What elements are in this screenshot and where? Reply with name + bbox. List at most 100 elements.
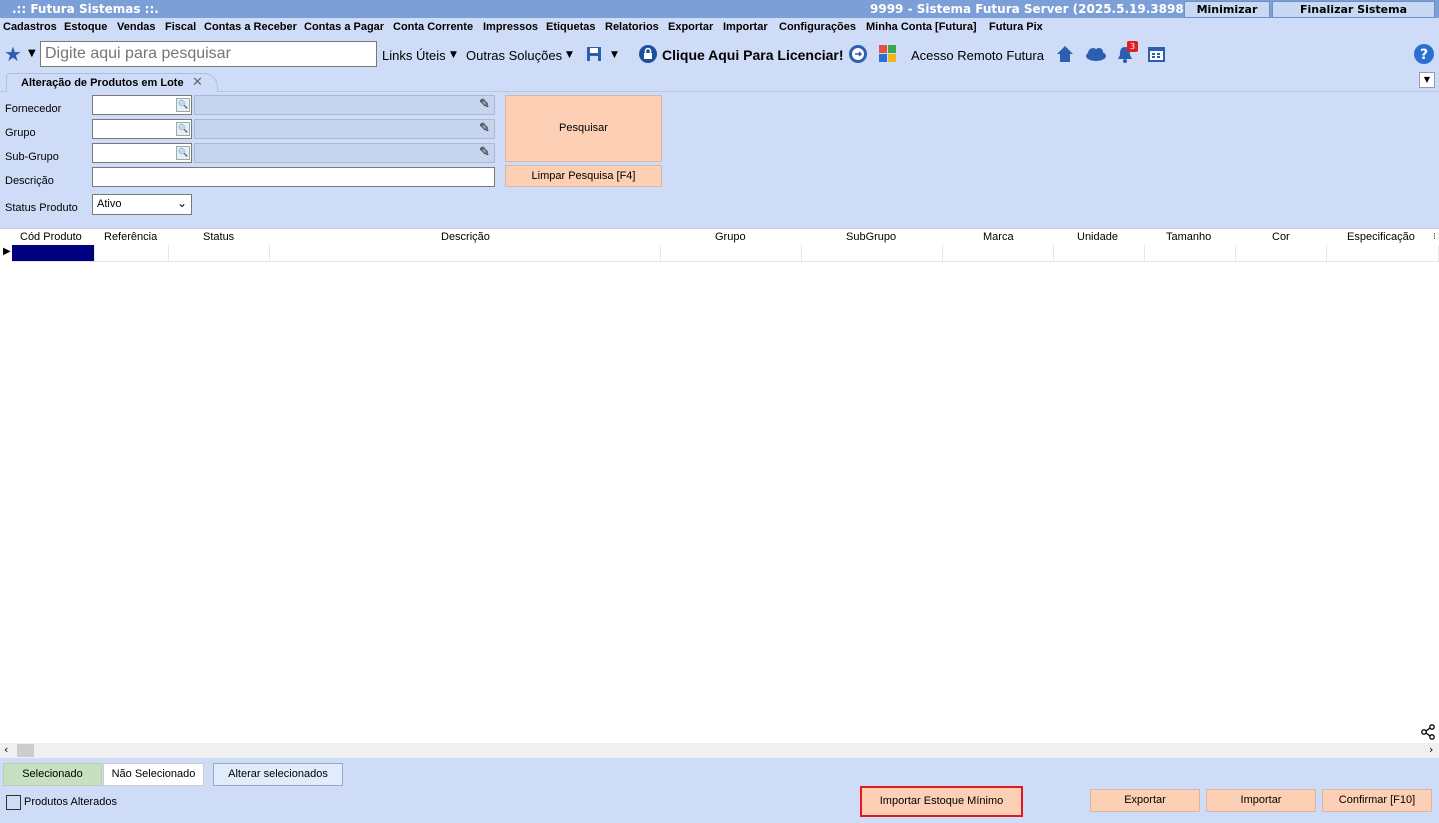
alterar-selecionados-button[interactable]: Alterar selecionados — [213, 763, 343, 786]
tab-dropdown-icon[interactable]: ▼ — [1419, 72, 1435, 88]
col-cor[interactable]: Cor — [1272, 231, 1290, 243]
confirmar-button[interactable]: Confirmar [F10] — [1322, 789, 1432, 812]
toolbar: ★ ▼ Links Úteis ▼ Outras Soluções ▼ ▼ Cl… — [0, 38, 1439, 72]
licenciar-link[interactable]: Clique Aqui Para Licenciar! — [662, 47, 844, 63]
table-row[interactable]: ▶ — [0, 245, 1439, 262]
menu-importar[interactable]: Importar — [723, 21, 768, 33]
share-icon[interactable] — [1420, 724, 1436, 740]
finalize-system-button[interactable]: Finalizar Sistema — [1272, 1, 1435, 18]
scroll-left-icon[interactable]: ‹ — [4, 743, 8, 756]
table-cell[interactable] — [1327, 245, 1439, 262]
chevron-down-icon: ⌄ — [176, 196, 187, 210]
selecionado-legend[interactable]: Selecionado — [3, 763, 102, 786]
outras-solucoes-menu[interactable]: Outras Soluções — [466, 48, 562, 63]
minimize-button[interactable]: Minimizar — [1184, 1, 1270, 18]
menu-futura-pix[interactable]: Futura Pix — [989, 21, 1043, 33]
caret-down-icon[interactable]: ▼ — [611, 50, 618, 60]
menu-exportar[interactable]: Exportar — [668, 21, 713, 33]
col-subgrupo[interactable]: SubGrupo — [846, 231, 896, 243]
tab-alteracao-produtos[interactable]: Alteração de Produtos em Lote ✕ — [6, 73, 218, 93]
col-tamanho[interactable]: Tamanho — [1166, 231, 1211, 243]
title-bar: .:: Futura Sistemas ::. 9999 - Sistema F… — [0, 0, 1439, 18]
limpar-pesquisa-button[interactable]: Limpar Pesquisa [F4] — [505, 165, 662, 187]
col-cod-produto[interactable]: Cód Produto — [20, 231, 82, 243]
exportar-button[interactable]: Exportar — [1090, 789, 1200, 812]
horizontal-scrollbar[interactable]: ‹ › — [0, 743, 1439, 758]
fornecedor-input[interactable]: 🔍 — [92, 95, 192, 115]
menu-configuracoes[interactable]: Configurações — [779, 21, 856, 33]
menu-cadastros[interactable]: Cadastros — [3, 21, 57, 33]
star-icon[interactable]: ★ — [4, 42, 22, 66]
table-cell[interactable] — [1236, 245, 1327, 262]
row-pointer-icon: ▶ — [3, 246, 11, 257]
app-title: .:: Futura Sistemas ::. — [12, 2, 159, 16]
col-grupo[interactable]: Grupo — [715, 231, 746, 243]
table-cell[interactable] — [661, 245, 802, 262]
col-referencia[interactable]: Referência — [104, 231, 157, 243]
menu-vendas[interactable]: Vendas — [117, 21, 156, 33]
menu-minha-conta[interactable]: Minha Conta [Futura] — [866, 21, 977, 33]
home-icon[interactable] — [1056, 45, 1074, 63]
table-cell[interactable] — [169, 245, 270, 262]
edit-pencil-icon[interactable]: ✎ — [479, 121, 490, 136]
importar-button[interactable]: Importar — [1206, 789, 1316, 812]
menu-relatorios[interactable]: Relatorios — [605, 21, 659, 33]
status-produto-select[interactable]: Ativo ⌄ — [92, 194, 192, 215]
menu-contas-pagar[interactable]: Contas a Pagar — [304, 21, 384, 33]
exit-icon[interactable] — [848, 44, 868, 64]
table-cell[interactable] — [1145, 245, 1236, 262]
system-title: 9999 - Sistema Futura Server (2025.5.19.… — [870, 2, 1190, 16]
produtos-alterados-label: Produtos Alterados — [24, 796, 117, 808]
apps-grid-icon[interactable] — [879, 45, 896, 62]
pesquisar-button[interactable]: Pesquisar — [505, 95, 662, 162]
scrollbar-thumb[interactable] — [17, 744, 34, 757]
more-columns-icon: ⁝ — [1433, 231, 1436, 241]
menu-contas-receber[interactable]: Contas a Receber — [204, 21, 297, 33]
calendar-icon[interactable] — [1147, 44, 1166, 63]
caret-down-icon[interactable]: ▼ — [566, 50, 573, 60]
links-uteis-menu[interactable]: Links Úteis — [382, 48, 446, 63]
col-status[interactable]: Status — [203, 231, 234, 243]
close-icon[interactable]: ✕ — [192, 75, 203, 90]
lookup-icon[interactable]: 🔍 — [176, 146, 190, 160]
descricao-input[interactable] — [92, 167, 495, 187]
table-cell[interactable] — [802, 245, 943, 262]
col-descricao[interactable]: Descrição — [441, 231, 490, 243]
caret-down-icon[interactable]: ▼ — [28, 48, 36, 59]
grid-body[interactable] — [0, 262, 1439, 743]
save-icon[interactable] — [586, 46, 602, 62]
acesso-remoto-link[interactable]: Acesso Remoto Futura — [911, 48, 1044, 63]
edit-pencil-icon[interactable]: ✎ — [479, 97, 490, 112]
lookup-icon[interactable]: 🔍 — [176, 122, 190, 136]
help-icon[interactable]: ? — [1413, 43, 1435, 65]
menu-etiquetas[interactable]: Etiquetas — [546, 21, 596, 33]
col-marca[interactable]: Marca — [983, 231, 1014, 243]
menu-impressos[interactable]: Impressos — [483, 21, 538, 33]
table-cell[interactable] — [95, 245, 169, 262]
menu-conta-corrente[interactable]: Conta Corrente — [393, 21, 473, 33]
col-especificacao[interactable]: Especificação — [1347, 231, 1415, 243]
scroll-right-icon[interactable]: › — [1429, 743, 1433, 756]
grid-header: Cód Produto Referência Status Descrição … — [0, 228, 1439, 245]
menu-estoque[interactable]: Estoque — [64, 21, 107, 33]
nao-selecionado-legend[interactable]: Não Selecionado — [103, 763, 204, 786]
cloud-icon[interactable] — [1085, 46, 1107, 62]
table-cell[interactable] — [1054, 245, 1145, 262]
grupo-input[interactable]: 🔍 — [92, 119, 192, 139]
menu-fiscal[interactable]: Fiscal — [165, 21, 196, 33]
lock-icon — [639, 45, 657, 63]
status-produto-label: Status Produto — [5, 202, 78, 214]
importar-estoque-minimo-button[interactable]: Importar Estoque Mínimo — [860, 786, 1023, 817]
subgrupo-input[interactable]: 🔍 — [92, 143, 192, 163]
caret-down-icon[interactable]: ▼ — [450, 50, 457, 60]
tab-label: Alteração de Produtos em Lote — [21, 77, 184, 89]
table-cell[interactable] — [943, 245, 1054, 262]
col-unidade[interactable]: Unidade — [1077, 231, 1118, 243]
search-input[interactable] — [40, 41, 377, 67]
lookup-icon[interactable]: 🔍 — [176, 98, 190, 112]
edit-pencil-icon[interactable]: ✎ — [479, 145, 490, 160]
table-cell[interactable] — [270, 245, 661, 262]
filter-panel: Fornecedor 🔍 ✎ Grupo 🔍 ✎ Sub-Grupo 🔍 ✎ D… — [0, 92, 1439, 228]
bottom-bar: Selecionado Não Selecionado Alterar sele… — [0, 758, 1439, 823]
table-cell[interactable] — [12, 245, 95, 262]
